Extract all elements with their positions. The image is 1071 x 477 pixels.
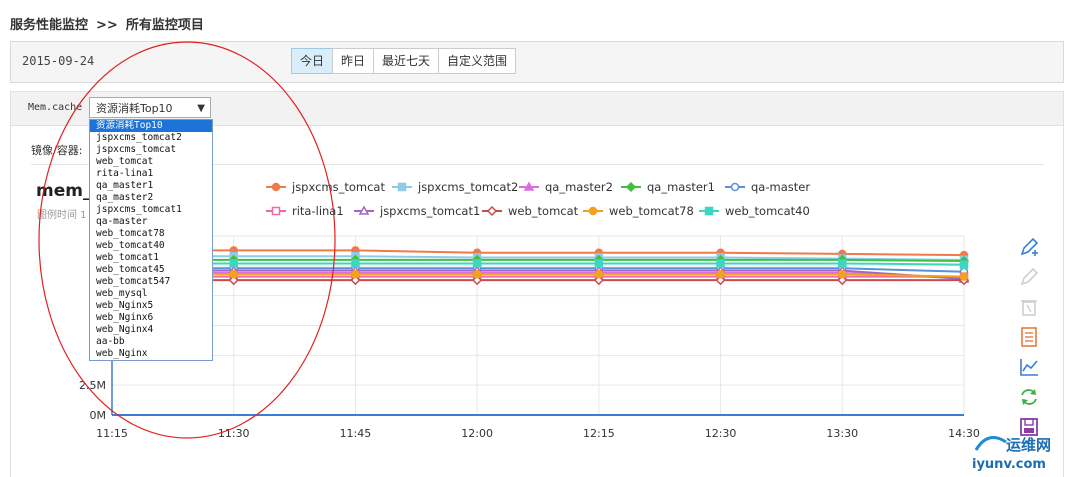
dropdown-option[interactable]: jspxcms_tomcat1 <box>90 204 212 216</box>
dropdown-option[interactable]: web_Nginx <box>90 348 212 360</box>
line-chart-icon[interactable] <box>1018 356 1040 378</box>
dropdown-option[interactable]: web_tomcat547 <box>90 276 212 288</box>
dropdown-option[interactable]: web_tomcat1 <box>90 252 212 264</box>
edit-icon[interactable] <box>1018 236 1040 258</box>
dropdown-option[interactable]: rita-lina1 <box>90 168 212 180</box>
trash-icon[interactable] <box>1018 296 1040 318</box>
breadcrumb-item-all-projects: 所有监控项目 <box>125 18 204 33</box>
metric-label: Mem.cache <box>28 102 83 113</box>
dropdown-option[interactable]: qa-master <box>90 216 212 228</box>
refresh-icon[interactable] <box>1018 386 1040 408</box>
yesterday-button[interactable]: 昨日 <box>332 48 375 74</box>
svg-text:iyunv.com: iyunv.com <box>972 457 1046 472</box>
date-range-bar: 2015-09-24 今日 昨日 最近七天 自定义范围 <box>10 41 1064 83</box>
dropdown-option[interactable]: web_tomcat78 <box>90 228 212 240</box>
dropdown-option[interactable]: web_tomcat45 <box>90 264 212 276</box>
container-dropdown-list: 资源消耗Top10 jspxcms_tomcat2 jspxcms_tomcat we… <box>89 119 213 361</box>
container-select[interactable]: 资源消耗Top10 ▼ <box>89 97 211 118</box>
dropdown-option[interactable]: 资源消耗Top10 <box>90 120 212 132</box>
dropdown-option[interactable]: jspxcms_tomcat <box>90 144 212 156</box>
current-date: 2015-09-24 <box>22 54 95 68</box>
breadcrumb: 服务性能监控 >> 所有监控项目 <box>10 14 204 33</box>
dropdown-option[interactable]: aa-bb <box>90 336 212 348</box>
chevron-down-icon: ▼ <box>197 103 205 114</box>
document-icon[interactable] <box>1018 326 1040 348</box>
dropdown-option[interactable]: qa_master2 <box>90 192 212 204</box>
dropdown-option[interactable]: web_Nginx6 <box>90 312 212 324</box>
dropdown-option[interactable]: web_tomcat40 <box>90 240 212 252</box>
date-range-button-group: 今日 昨日 最近七天 自定义范围 <box>291 48 517 74</box>
svg-text:运维网: 运维网 <box>1006 436 1051 454</box>
dropdown-option[interactable]: qa_master1 <box>90 180 212 192</box>
pencil-icon[interactable] <box>1018 266 1040 288</box>
image-container-label: 镜像/容器: <box>31 144 83 157</box>
chart-toolbar <box>1018 236 1042 446</box>
dropdown-option[interactable]: web_tomcat <box>90 156 212 168</box>
custom-range-button[interactable]: 自定义范围 <box>438 48 517 74</box>
breadcrumb-separator: >> <box>96 18 118 33</box>
chart-subtitle: 图例时间 1 <box>37 210 87 221</box>
last-seven-days-button[interactable]: 最近七天 <box>373 48 440 74</box>
dropdown-option[interactable]: web_Nginx5 <box>90 300 212 312</box>
today-button[interactable]: 今日 <box>291 48 334 74</box>
dropdown-option[interactable]: web_mysql <box>90 288 212 300</box>
breadcrumb-item-service-monitor[interactable]: 服务性能监控 <box>10 18 88 33</box>
container-select-value: 资源消耗Top10 <box>96 102 173 115</box>
dropdown-option[interactable]: jspxcms_tomcat2 <box>90 132 212 144</box>
watermark-logo: 运维网 iyunv.com <box>972 436 1051 472</box>
dropdown-option[interactable]: web_Nginx4 <box>90 324 212 336</box>
chart-title: mem_ <box>36 181 92 201</box>
